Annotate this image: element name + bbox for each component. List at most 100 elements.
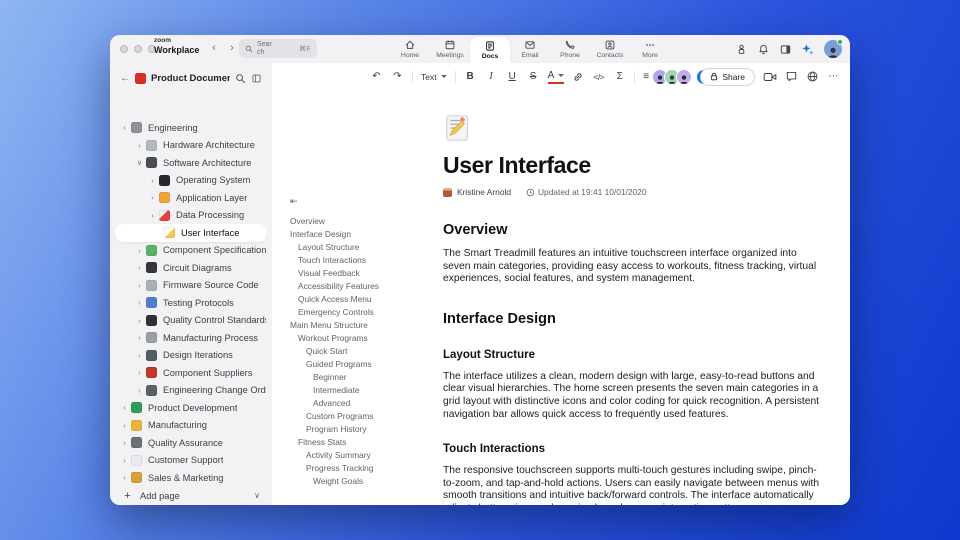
tab-more[interactable]: More	[630, 35, 670, 63]
sidebar-search-icon[interactable]	[235, 73, 246, 84]
tree-item[interactable]: › Data Processing	[110, 207, 272, 225]
outline-item[interactable]: Layout Structure	[290, 241, 432, 254]
outline-item[interactable]: Activity Summary	[290, 449, 432, 462]
tree-item[interactable]: ∨ Software Architecture	[110, 154, 272, 172]
tree-item[interactable]: › Engineering	[110, 119, 272, 137]
mechanical-arm-icon	[146, 332, 157, 344]
global-search-input[interactable]: Search ⌘F	[239, 39, 317, 58]
contacts-icon	[605, 40, 615, 50]
heading-interface-design: Interface Design	[443, 310, 556, 327]
tree-item[interactable]: › Firmware Source Code	[110, 277, 272, 295]
back-icon[interactable]: ←	[120, 73, 130, 84]
add-page-button[interactable]: + Add page ∨	[110, 487, 272, 505]
tree-item[interactable]: › Design Iterations	[110, 347, 272, 365]
outline-item[interactable]: Intermediate	[290, 384, 432, 397]
chat-icon[interactable]	[785, 70, 798, 83]
collapse-sidebar-icon[interactable]	[251, 73, 262, 84]
globe-icon[interactable]	[806, 70, 819, 83]
code-icon[interactable]: </>	[592, 68, 605, 86]
status-available-dot	[837, 39, 843, 45]
outline-item[interactable]: Interface Design	[290, 228, 432, 241]
lock-icon	[711, 72, 718, 81]
close-window-button[interactable]	[120, 45, 128, 53]
outline-item[interactable]: Custom Programs	[290, 410, 432, 423]
tree-item[interactable]: › Customer Support	[110, 452, 272, 470]
more-options-icon[interactable]: ⋯	[827, 68, 840, 86]
author-avatar	[443, 187, 452, 197]
paragraph-touch-interactions[interactable]: The responsive touchscreen supports mult…	[443, 465, 825, 505]
tree-item[interactable]: › Quality Assurance	[110, 434, 272, 452]
tab-email[interactable]: Email	[510, 35, 550, 63]
tree-item[interactable]: › Component Suppliers	[110, 364, 272, 382]
pen-icon	[131, 402, 142, 414]
outline-item[interactable]: Progress Tracking	[290, 462, 432, 475]
tree-item[interactable]: › Hardware Architecture	[110, 137, 272, 155]
tree-item[interactable]: › Product Development	[110, 399, 272, 417]
collaborator-avatar[interactable]	[676, 68, 693, 85]
outline-item[interactable]: Emergency Controls	[290, 306, 432, 319]
outline-item[interactable]: Overview	[290, 215, 432, 228]
tree-item-user-interface[interactable]: User Interface	[115, 224, 267, 242]
outline-item[interactable]: Workout Programs	[290, 332, 432, 345]
outline-item[interactable]: Accessibility Features	[290, 280, 432, 293]
outline-item[interactable]: Beginner	[290, 371, 432, 384]
mobile-phone-icon	[159, 174, 170, 186]
undo-button[interactable]: ↶	[370, 68, 383, 86]
history-forward-button[interactable]: ›	[224, 40, 240, 56]
link-icon[interactable]	[572, 71, 584, 83]
truck-icon	[146, 367, 157, 379]
outline-item[interactable]: Program History	[290, 423, 432, 436]
tab-phone[interactable]: Phone	[550, 35, 590, 63]
microscope-icon	[131, 437, 142, 449]
video-icon[interactable]	[763, 71, 777, 83]
text-color-dropdown[interactable]: A	[547, 70, 565, 84]
outline-item[interactable]: Fitness Stats	[290, 436, 432, 449]
updated-text: Updated at 19:41 10/01/2020	[538, 187, 647, 197]
ai-companion-icon[interactable]	[801, 42, 815, 56]
tab-home[interactable]: Home	[390, 35, 430, 63]
workspace-title[interactable]: Product Documenta...	[151, 73, 230, 84]
tree-item[interactable]: › Testing Protocols	[110, 294, 272, 312]
globe-icon	[146, 384, 157, 396]
tab-docs[interactable]: Docs	[470, 37, 510, 63]
outline-item[interactable]: Visual Feedback	[290, 267, 432, 280]
tree-item[interactable]: › Application Layer	[110, 189, 272, 207]
paragraph-overview[interactable]: The Smart Treadmill features an intuitiv…	[443, 248, 825, 286]
paragraph-layout-structure[interactable]: The interface utilizes a clean, modern d…	[443, 371, 825, 421]
tab-contacts[interactable]: Contacts	[590, 35, 630, 63]
tree-item[interactable]: › Manufacturing Process	[110, 329, 272, 347]
chevron-down-icon[interactable]: ∨	[254, 491, 260, 500]
strikethrough-button[interactable]: S	[527, 68, 540, 86]
redo-button[interactable]: ↷	[391, 68, 404, 86]
chart-icon	[159, 209, 170, 221]
italic-button[interactable]: I	[485, 68, 498, 86]
user-avatar[interactable]	[824, 39, 843, 58]
panel-toggle-icon[interactable]	[779, 43, 792, 56]
tree-item[interactable]: › Manufacturing	[110, 417, 272, 435]
equation-icon[interactable]: Σ	[613, 68, 626, 86]
outline-item[interactable]: Quick Start	[290, 345, 432, 358]
clips-icon[interactable]	[735, 43, 748, 56]
tree-item[interactable]: › Sales & Marketing	[110, 469, 272, 487]
tree-item[interactable]: › Quality Control Standards	[110, 312, 272, 330]
outline-item[interactable]: Weight Goals	[290, 475, 432, 488]
tab-meetings[interactable]: Meetings	[430, 35, 470, 63]
text-style-dropdown[interactable]: Text	[421, 68, 447, 86]
outline-item[interactable]: Main Menu Structure	[290, 319, 432, 332]
outline-item[interactable]: Guided Programs	[290, 358, 432, 371]
collapse-outline-icon[interactable]: ⇤	[290, 196, 432, 207]
tree-item[interactable]: ›Engineering Change Orders	[110, 382, 272, 400]
underline-button[interactable]: U	[506, 68, 519, 86]
tree-item[interactable]: › Component Specifications	[110, 242, 272, 260]
notifications-bell-icon[interactable]	[757, 43, 770, 56]
history-back-button[interactable]: ‹	[206, 40, 222, 56]
tree-item[interactable]: › Circuit Diagrams	[110, 259, 272, 277]
outline-item[interactable]: Quick Access Menu	[290, 293, 432, 306]
tree-item[interactable]: › Operating System	[110, 172, 272, 190]
search-placeholder: Search	[257, 41, 272, 56]
outline-item[interactable]: Touch Interactions	[290, 254, 432, 267]
bold-button[interactable]: B	[464, 68, 477, 86]
share-button[interactable]: Share	[700, 67, 755, 86]
outline-item[interactable]: Advanced	[290, 397, 432, 410]
minimize-window-button[interactable]	[134, 45, 142, 53]
